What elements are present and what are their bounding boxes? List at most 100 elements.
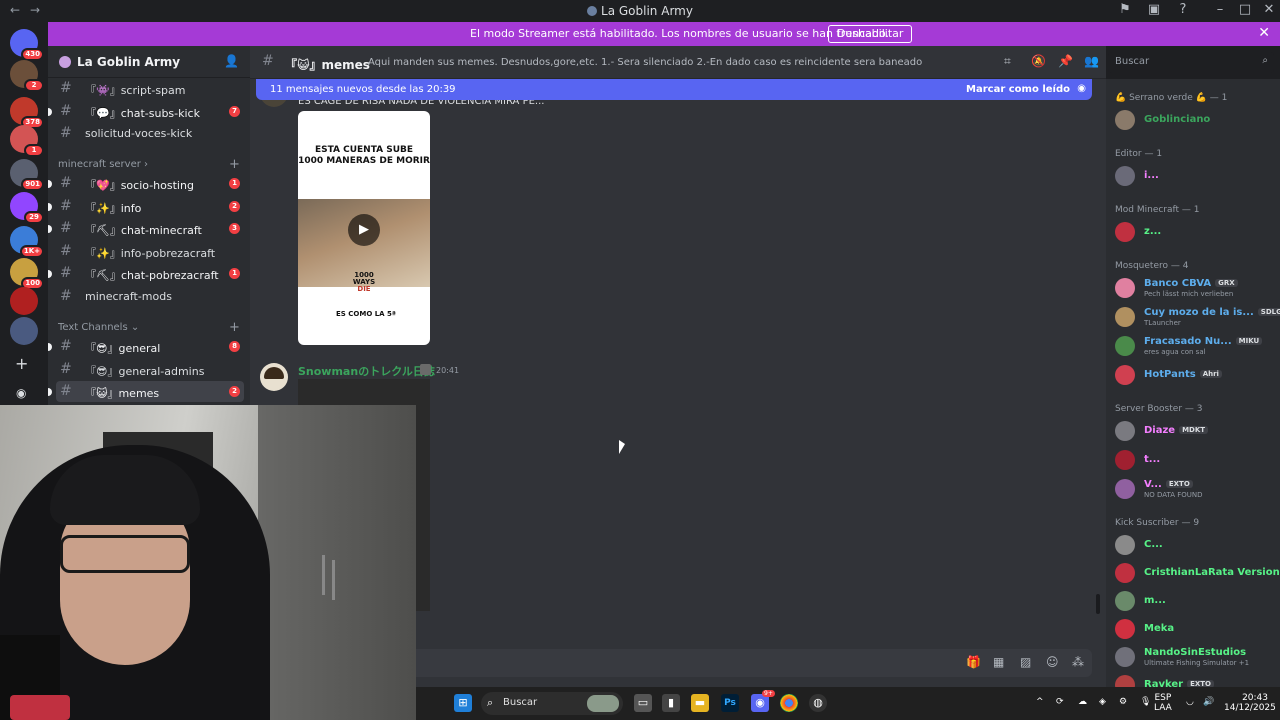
search-input[interactable]: Buscar ⌕ — [1108, 52, 1274, 73]
invite-people-icon[interactable]: 👤 — [224, 54, 239, 68]
gift-icon[interactable]: 🎁 — [966, 655, 981, 669]
discover-icon[interactable]: ◉ — [16, 386, 26, 400]
guild-header[interactable]: La Goblin Army ⌄ 👤 — [48, 46, 250, 78]
server-icon[interactable]: 100 — [10, 258, 44, 290]
member-item[interactable]: Ravker EXTO — [1115, 673, 1280, 687]
tray-icon-3[interactable]: ◈ — [1099, 697, 1106, 707]
member-item[interactable]: CristhianLaRata Version 2.1 — [1115, 561, 1280, 585]
member-item[interactable]: m... — [1115, 589, 1280, 613]
video-logo: 1000 WAYS DIE — [348, 272, 380, 293]
wifi-icon[interactable]: ◡ — [1186, 697, 1194, 707]
channel-item[interactable]: # 『😎』general 8 — [48, 336, 244, 357]
add-channel-icon[interactable]: + — [229, 320, 240, 335]
language-indicator[interactable]: ESP LAA — [1154, 693, 1172, 713]
channel-item[interactable]: # 『💬』chat-subs-kick 7 — [48, 101, 244, 122]
onedrive-icon[interactable]: ☁ — [1078, 697, 1087, 707]
channel-item[interactable]: # solicitud-voces-kick — [56, 123, 244, 144]
server-icon[interactable] — [10, 317, 38, 345]
taskbar-search[interactable]: ⌕ Buscar — [481, 692, 623, 715]
role-header: Server Booster — 3 — [1115, 404, 1203, 414]
channel-item[interactable]: # 『⛏』chat-minecraft 3 — [48, 218, 244, 239]
photoshop-icon[interactable]: Ps — [721, 694, 739, 712]
channel-topic[interactable]: Aqui manden sus memes. Desnudos,gore,etc… — [368, 57, 922, 68]
file-explorer-icon[interactable]: ▬ — [691, 694, 709, 712]
clock[interactable]: 20:43 14/12/2025 — [1224, 693, 1276, 713]
add-server-icon[interactable]: + — [15, 354, 28, 373]
maximize-icon[interactable]: □ — [1235, 2, 1255, 17]
member-item[interactable]: t... — [1115, 448, 1280, 472]
member-item[interactable]: i... — [1115, 164, 1280, 188]
server-icon[interactable]: 29 — [10, 192, 44, 224]
member-item[interactable]: Cuy mozo de la is... SDLG TLauncher — [1115, 305, 1280, 329]
member-item[interactable]: Goblinciano — [1115, 108, 1280, 132]
server-icon[interactable]: 901 — [10, 159, 44, 191]
channel-name: 『✨』info-pobrezacraft — [85, 246, 216, 260]
member-list-icon[interactable]: 👥 — [1084, 54, 1099, 68]
chevron-up-icon[interactable]: ^ — [1036, 697, 1044, 707]
mark-as-read-button[interactable]: Marcar como leído — [966, 84, 1070, 95]
gif-icon[interactable]: ▦ — [993, 655, 1004, 669]
tray-icon-4[interactable]: ⚙ — [1119, 697, 1127, 707]
avatar — [1115, 222, 1135, 242]
windows-start-icon[interactable]: ⊞ — [454, 694, 472, 712]
close-banner-icon[interactable]: ✕ — [1258, 25, 1270, 41]
member-item[interactable]: Meka — [1115, 617, 1280, 641]
channel-item[interactable]: # 『✨』info-pobrezacraft — [56, 241, 244, 262]
screen-icon[interactable]: ▣ — [1144, 2, 1164, 17]
minimize-icon[interactable]: – — [1210, 2, 1230, 17]
member-item[interactable]: V... EXTO NO DATA FOUND — [1115, 477, 1280, 501]
server-icon[interactable]: 2 — [10, 60, 44, 92]
server-icon[interactable]: 378 — [10, 97, 44, 129]
mute-bell-icon[interactable]: 🔕 — [1031, 54, 1046, 68]
apps-icon[interactable]: ⁂ — [1072, 655, 1084, 669]
video-caption: ES COMO LA 5ª — [336, 310, 396, 318]
server-icon[interactable]: 430 — [10, 29, 44, 61]
category-minecraft[interactable]: minecraft server › + — [58, 157, 240, 172]
member-item[interactable]: NandoSinEstudios Ultimate Fishing Simulat… — [1115, 645, 1280, 669]
app-icon[interactable]: ▮ — [662, 694, 680, 712]
member-name: Diaze — [1144, 425, 1176, 436]
person-glasses — [60, 535, 190, 573]
chevron-down-icon[interactable]: ⌄ — [152, 54, 160, 65]
emoji-icon[interactable]: ☺ — [1046, 655, 1059, 669]
sticker-icon[interactable]: ▨ — [1020, 655, 1031, 669]
message-author[interactable]: Snowmanのトレクル日誌 — [298, 363, 435, 379]
server-icon[interactable]: 1K+ — [10, 226, 44, 258]
inbox-icon[interactable]: ⚑ — [1115, 2, 1135, 17]
channel-item[interactable]: # 『👾』script-spam — [56, 78, 244, 99]
add-channel-icon[interactable]: + — [229, 157, 240, 172]
scrollbar[interactable] — [1096, 594, 1100, 614]
member-item[interactable]: Fracasado Nu... MIKU eres agua con sal — [1115, 334, 1280, 358]
server-icon[interactable] — [10, 287, 38, 315]
video-attachment[interactable]: ESTA CUENTA SUBE 1000 MANERAS DE MORIR ▶… — [298, 111, 430, 345]
volume-icon[interactable]: 🔊 — [1203, 697, 1214, 707]
member-item[interactable]: HotPants Ahri — [1115, 363, 1280, 387]
close-window-icon[interactable]: ✕ — [1259, 2, 1279, 17]
chrome-icon[interactable] — [780, 694, 798, 712]
channel-item[interactable]: # minecraft-mods — [56, 286, 244, 307]
pin-icon[interactable]: 📌 — [1058, 54, 1073, 68]
channel-item[interactable]: # 『✨』info 2 — [48, 196, 244, 217]
disable-button[interactable]: Deshabilitar — [828, 25, 913, 43]
new-messages-bar[interactable]: 11 mensajes nuevos desde las 20:39 Marca… — [256, 79, 1092, 100]
channel-item[interactable]: # 『😺』memes 2 — [48, 381, 244, 403]
member-item[interactable]: z... — [1115, 220, 1280, 244]
server-icon[interactable]: 1 — [10, 125, 44, 157]
member-item[interactable]: Diaze MDKT — [1115, 419, 1280, 443]
microphone-icon[interactable]: 🎙 — [1140, 697, 1151, 707]
author-avatar[interactable] — [260, 363, 288, 391]
search-highlight-image — [587, 695, 619, 712]
help-icon[interactable]: ? — [1173, 2, 1193, 17]
category-text-channels[interactable]: Text Channels ⌄ + — [58, 320, 240, 335]
member-item[interactable]: C... — [1115, 533, 1280, 557]
channel-item[interactable]: # 『😎』general-admins — [56, 359, 244, 380]
obs-icon[interactable]: ◍ — [809, 694, 827, 712]
channel-item[interactable]: # 『⛏』chat-pobrezacraft 1 — [48, 263, 244, 284]
member-name: m... — [1144, 595, 1166, 606]
task-view-icon[interactable]: ▭ — [634, 694, 652, 712]
member-item[interactable]: Banco CBVA GRX Pech lässt mich verlieben — [1115, 276, 1280, 300]
tray-icon-1[interactable]: ⟳ — [1056, 697, 1064, 707]
play-icon[interactable]: ▶ — [348, 214, 380, 246]
channel-item[interactable]: # 『💖』socio-hosting 1 — [48, 173, 244, 194]
threads-icon[interactable]: ⌗ — [1004, 54, 1011, 69]
